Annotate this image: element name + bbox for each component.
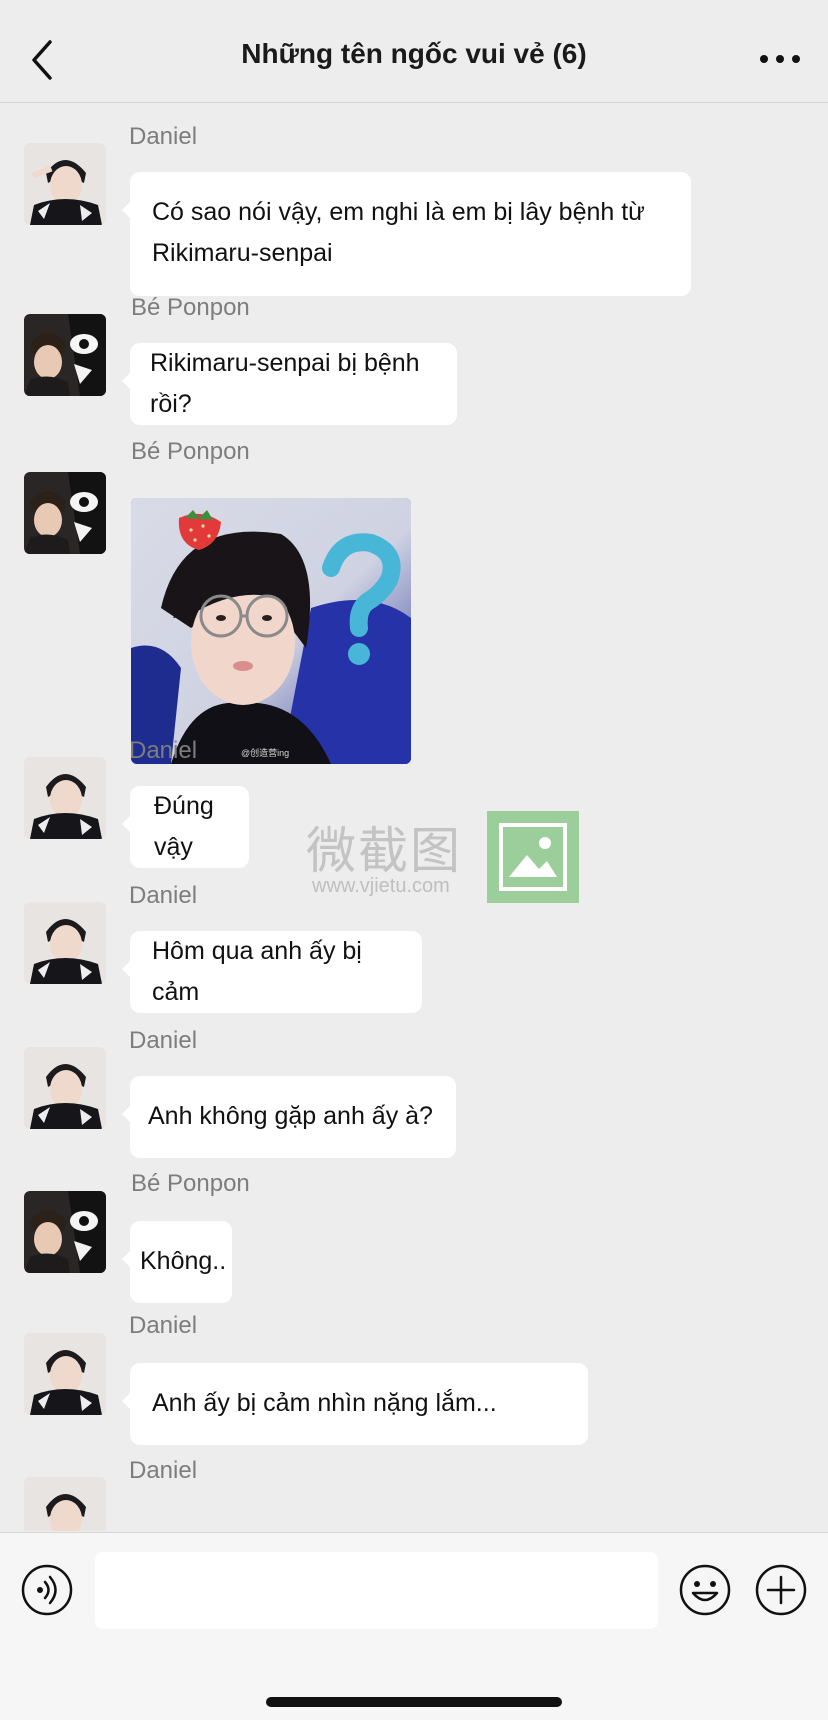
sender-name: Daniel (129, 737, 198, 764)
home-indicator (266, 1697, 562, 1707)
sticker-caption: @创造营ing (241, 747, 289, 758)
emoji-icon[interactable] (678, 1563, 732, 1617)
watermark-text: 微截图 (306, 823, 462, 879)
sender-name: Daniel (129, 1027, 198, 1054)
message-input[interactable] (95, 1552, 658, 1629)
daniel-avatar[interactable] (24, 902, 106, 984)
daniel-avatar[interactable] (24, 1047, 106, 1129)
more-options-icon[interactable] (758, 44, 802, 74)
message-list[interactable]: Daniel Có sao nói vậy, em nghi là em bị … (0, 103, 828, 1531)
sender-name: Bé Ponpon (131, 1170, 250, 1197)
daniel-avatar[interactable] (24, 1333, 106, 1415)
back-arrow-icon[interactable] (24, 36, 64, 84)
chat-header: Những tên ngốc vui vẻ (6) (0, 0, 828, 103)
watermark-logo (487, 811, 579, 903)
sender-name: Bé Ponpon (131, 294, 250, 321)
message-bubble[interactable]: Hôm qua anh ấy bị cảm (122, 931, 422, 1013)
daniel-avatar[interactable] (24, 1477, 106, 1531)
ponpon-avatar[interactable] (24, 472, 106, 554)
message-bubble[interactable]: Có sao nói vậy, em nghi là em bị lây bện… (122, 172, 691, 296)
daniel-avatar[interactable] (24, 757, 106, 839)
input-toolbar (0, 1532, 828, 1720)
plus-icon[interactable] (754, 1563, 808, 1617)
sender-name: Bé Ponpon (131, 438, 250, 465)
daniel-avatar[interactable] (24, 143, 106, 225)
message-bubble[interactable]: Anh ấy bị cảm nhìn nặng lắm... (122, 1363, 588, 1445)
sender-name: Daniel (129, 1457, 198, 1484)
boy-strawberry-question-sticker[interactable]: @创造营ing (131, 498, 411, 764)
chat-title: Những tên ngốc vui vẻ (6) (241, 38, 587, 69)
message-bubble[interactable]: Đúng vậy (122, 786, 249, 868)
sender-name: Daniel (129, 1312, 198, 1339)
message-bubble[interactable]: Anh không gặp anh ấy à? (122, 1076, 456, 1158)
sender-name: Daniel (129, 123, 198, 150)
sender-name: Daniel (129, 882, 198, 909)
voice-input-icon[interactable] (20, 1563, 74, 1617)
message-bubble[interactable]: Rikimaru-senpai bị bệnh rồi? (122, 343, 457, 425)
ponpon-avatar[interactable] (24, 1191, 106, 1273)
message-bubble[interactable]: Không.. (122, 1221, 232, 1303)
watermark-url: www.vjietu.com (312, 875, 450, 897)
ponpon-avatar[interactable] (24, 314, 106, 396)
